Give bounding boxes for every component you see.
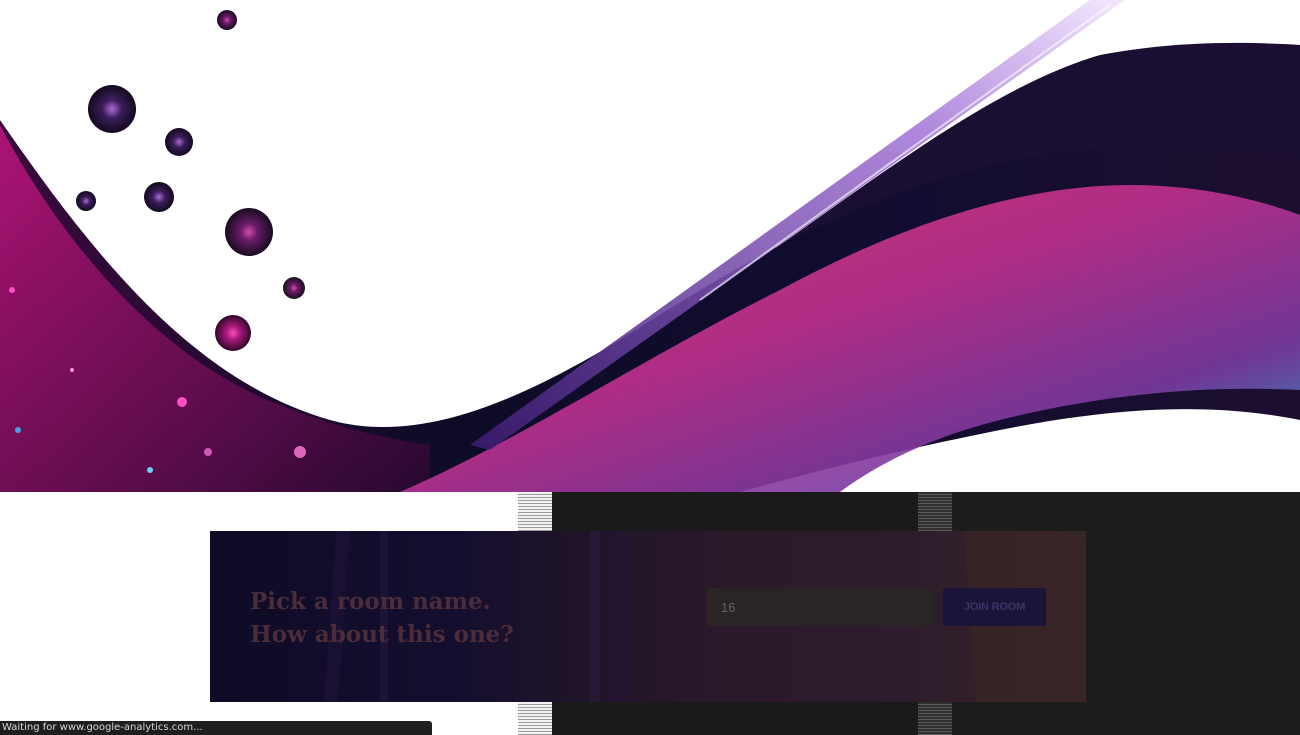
browser-status-bar: Waiting for www.google-analytics.com... [0, 721, 432, 735]
hero-artwork [0, 0, 1300, 492]
status-text: Waiting for www.google-analytics.com... [2, 722, 203, 733]
abstract-wave-image [0, 0, 1300, 492]
room-heading-line-1: Pick a room name. [250, 588, 491, 615]
room-heading: Pick a room name. How about this one? [250, 585, 514, 651]
join-room-button[interactable]: JOIN ROOM [943, 588, 1046, 626]
room-heading-line-2: How about this one? [250, 621, 514, 648]
room-name-input[interactable] [707, 588, 933, 626]
